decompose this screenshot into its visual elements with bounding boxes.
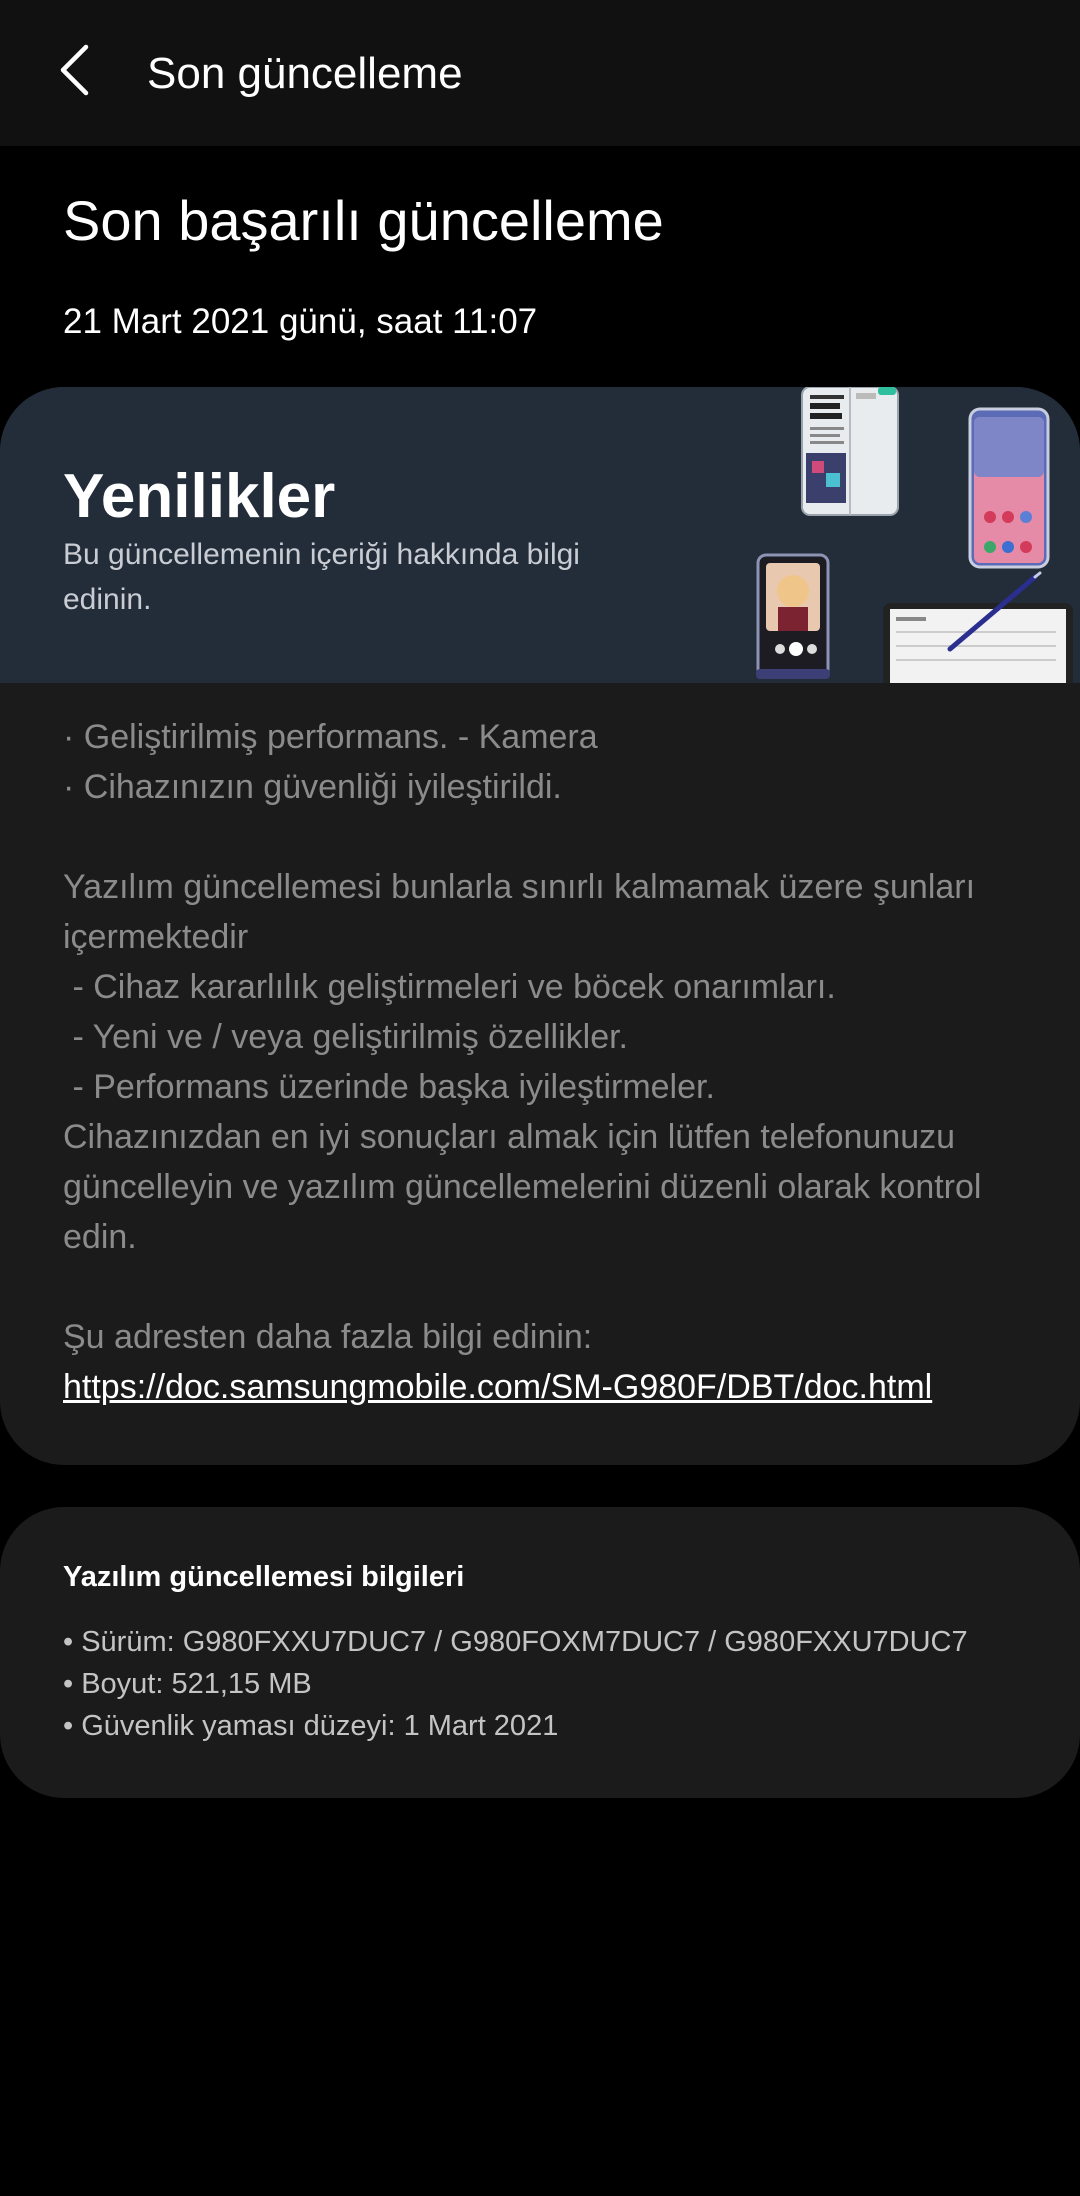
whats-new-item: - Performans üzerinde başka iyileştirmel… (63, 1068, 715, 1106)
update-date: 21 Mart 2021 günü, saat 11:07 (63, 302, 538, 341)
whats-new-item: Yazılım güncellemesi bunlarla sınırlı ka… (63, 868, 985, 956)
galaxy-devices-illustration (740, 387, 1080, 693)
security-patch-row: • Güvenlik yaması düzeyi: 1 Mart 2021 (63, 1710, 559, 1742)
app-bar-title: Son güncelleme (147, 49, 463, 98)
more-info-link[interactable]: https://doc.samsungmobile.com/SM-G980F/D… (63, 1362, 1023, 1412)
whats-new-item: - Cihaz kararlılık geliştirmeleri ve böc… (63, 968, 836, 1006)
software-info-list: • Sürüm: G980FXXU7DUC7 / G980FOXM7DUC7 /… (63, 1621, 968, 1747)
whats-new-item: - Yeni ve / veya geliştirilmiş özellikle… (63, 1018, 629, 1056)
whats-new-item: · Geliştirilmiş performans. - Kamera (63, 718, 598, 756)
whats-new-item: · Cihazınızın güvenliği iyileştirildi. (63, 768, 562, 806)
size-row: • Boyut: 521,15 MB (63, 1668, 312, 1700)
chevron-left-icon (57, 42, 91, 103)
software-info-title: Yazılım güncellemesi bilgileri (63, 1561, 465, 1593)
whats-new-banner: Yenilikler Bu güncellemenin içeriği hakk… (0, 387, 1080, 693)
page-title: Son başarılı güncelleme (63, 189, 664, 252)
app-bar: Son güncelleme (0, 0, 1080, 146)
back-button[interactable] (40, 34, 108, 110)
software-info-card: Yazılım güncellemesi bilgileri • Sürüm: … (0, 1507, 1080, 1798)
version-row: • Sürüm: G980FXXU7DUC7 / G980FOXM7DUC7 /… (63, 1626, 968, 1658)
whats-new-subheading: Bu güncellemenin içeriği hakkında bilgi … (63, 538, 580, 616)
whats-new-item: Cihazınızdan en iyi sonuçları almak için… (63, 1118, 991, 1256)
whats-new-heading: Yenilikler (63, 462, 336, 531)
whats-new-body: · Geliştirilmiş performans. - Kamera · C… (63, 712, 1023, 1412)
more-info-label: Şu adresten daha fazla bilgi edinin: (63, 1318, 593, 1356)
whats-new-card: Yenilikler Bu güncellemenin içeriği hakk… (0, 387, 1080, 1465)
